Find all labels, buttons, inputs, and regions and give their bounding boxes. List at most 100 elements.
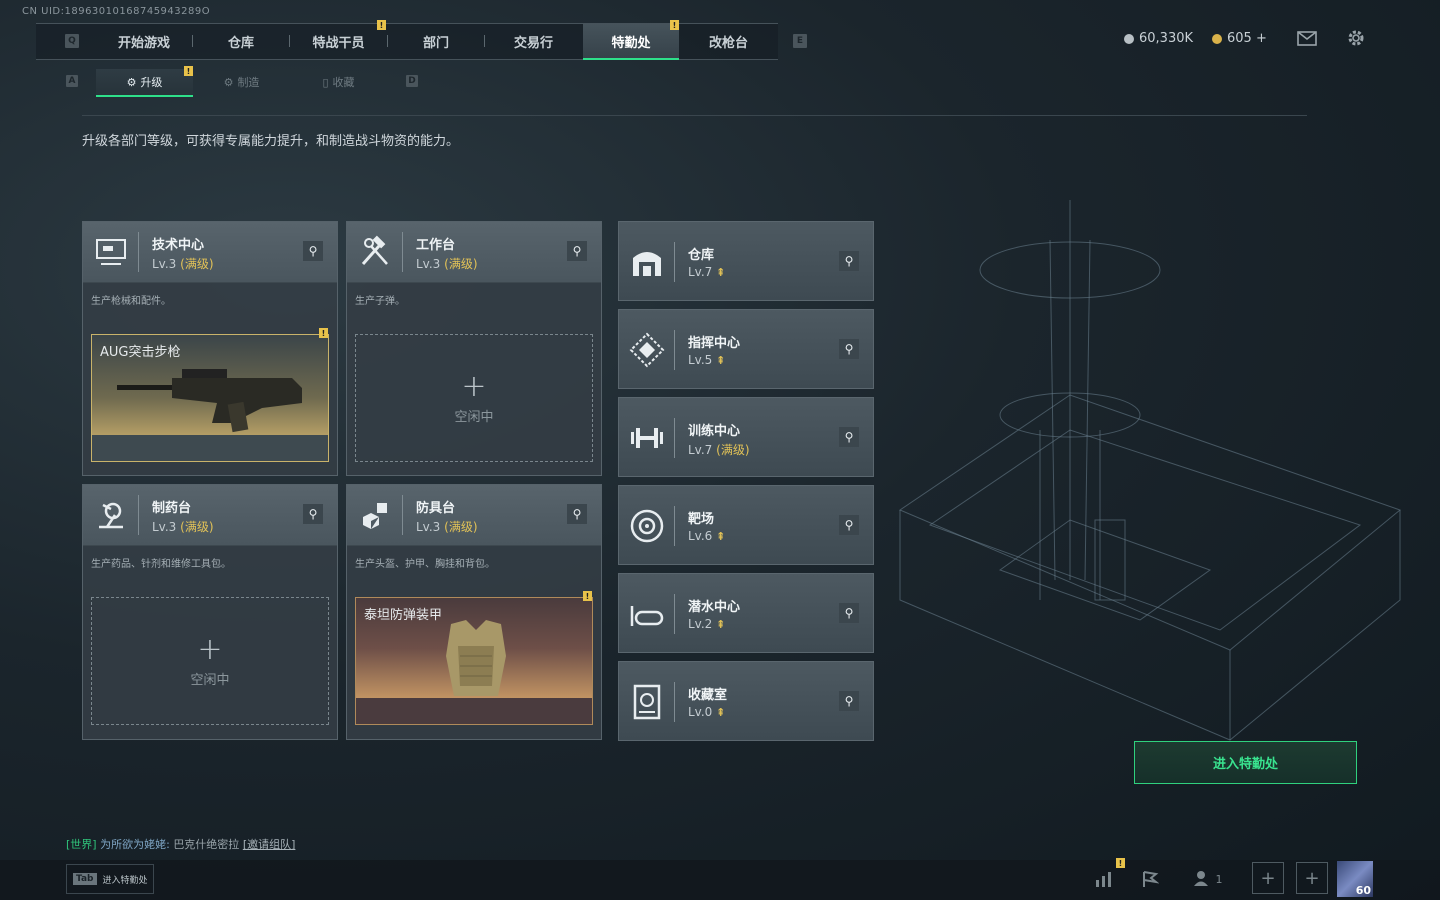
magnifier-icon: ⚲: [844, 606, 854, 620]
chat-message[interactable]: [世界] 为所欲为姥姥: 巴克什绝密拉 [邀请组队]: [66, 836, 295, 852]
gold-coin-icon: [1212, 33, 1222, 44]
inspect-button[interactable]: ⚲: [839, 603, 859, 623]
inspect-button[interactable]: ⚲: [839, 691, 859, 711]
magnifier-icon: ⚲: [308, 244, 318, 258]
tab-start-game[interactable]: 开始游戏: [96, 24, 192, 58]
subtab-upgrade[interactable]: ⚙ 升级: [96, 69, 193, 97]
dept-command-center[interactable]: 指挥中心 Lv.5 ⇞ ⚲: [618, 309, 874, 389]
slot-footer: [356, 698, 592, 724]
craft-slot-titan-armor[interactable]: 泰坦防弹装甲: [355, 597, 593, 725]
card-divider: [138, 495, 139, 535]
item-name: AUG突击步枪: [100, 345, 181, 360]
upgrade-icon: ⚙: [126, 75, 137, 89]
alert-badge: !: [377, 20, 386, 30]
inspect-button[interactable]: ⚲: [567, 241, 587, 261]
dept-title: 靶场: [688, 512, 715, 527]
subtab-collection[interactable]: ▯ 收藏: [290, 69, 387, 95]
silver-currency[interactable]: 60,330K: [1124, 31, 1193, 46]
tab-trading[interactable]: 交易行: [485, 24, 582, 58]
mail-icon[interactable]: [1297, 31, 1317, 50]
alert-badge: !: [319, 328, 328, 338]
inspect-button[interactable]: ⚲: [567, 504, 587, 524]
tab-operators[interactable]: 特战干员: [290, 24, 387, 58]
card-divider: [674, 418, 675, 458]
dept-title: 训练中心: [688, 424, 741, 439]
rifle-image: [117, 369, 302, 433]
gold-currency[interactable]: 605 +: [1212, 31, 1267, 46]
vest-image: [446, 620, 506, 696]
upgrade-arrow-icon: ⇞: [716, 706, 726, 719]
enter-special-ops-button[interactable]: 进入特勤处: [1134, 741, 1357, 784]
card-level: Lv.3 (满级): [152, 520, 214, 534]
inspect-button[interactable]: ⚲: [839, 251, 859, 271]
alert-badge: !: [1116, 858, 1125, 868]
tab-department[interactable]: 部门: [388, 24, 484, 58]
item-name: 泰坦防弹装甲: [364, 608, 443, 623]
card-level: Lv.3 (满级): [416, 520, 478, 534]
subnav-key-right: D: [406, 75, 418, 87]
dept-level: Lv.2 ⇞: [688, 617, 726, 631]
invite-link[interactable]: [邀请组队]: [243, 838, 296, 851]
card-workbench[interactable]: 工作台 Lv.3 (满级) ⚲ 生产子弹。 + 空闲中: [346, 221, 602, 476]
command-center-icon: [629, 332, 665, 368]
slot-footer: [92, 435, 328, 461]
invite-slot-button[interactable]: +: [1296, 862, 1328, 894]
friends-button[interactable]: 1: [1190, 864, 1226, 894]
player-avatar[interactable]: 60: [1337, 861, 1373, 897]
tab-key: Tab: [73, 873, 97, 885]
warehouse-icon: [633, 252, 661, 276]
alert-badge: !: [583, 591, 592, 601]
nav-key-left: Q: [65, 34, 79, 48]
craft-slot-empty[interactable]: + 空闲中: [91, 597, 329, 725]
inspect-button[interactable]: ⚲: [839, 339, 859, 359]
dept-level: Lv.7 (满级): [688, 443, 750, 457]
magnifier-icon: ⚲: [572, 244, 582, 258]
tab-gunsmith[interactable]: 改枪台: [680, 24, 777, 58]
invite-slot-button[interactable]: +: [1252, 862, 1284, 894]
alert-badge: !: [670, 20, 679, 30]
flag-icon[interactable]: [1134, 864, 1166, 894]
card-level: Lv.3 (满级): [416, 257, 478, 271]
card-title: 防具台: [416, 501, 456, 516]
upgrade-arrow-icon: ⇞: [716, 266, 726, 279]
magnifier-icon: ⚲: [844, 342, 854, 356]
dept-collection-room[interactable]: 收藏室 Lv.0 ⇞ ⚲: [618, 661, 874, 741]
diving-mask-icon: [630, 606, 664, 626]
craft-slot-aug[interactable]: AUG突击步枪: [91, 334, 329, 462]
add-icon: +: [461, 368, 487, 404]
silver-coin-icon: [1124, 33, 1134, 44]
craft-icon: ⚙: [223, 75, 234, 89]
craft-slot-empty[interactable]: + 空闲中: [355, 334, 593, 462]
dept-training-center[interactable]: 训练中心 Lv.7 (满级) ⚲: [618, 397, 874, 477]
card-armor-bench[interactable]: 防具台 Lv.3 (满级) ⚲ 生产头盔、护甲、胸挂和背包。 泰坦防弹装甲 !: [346, 484, 602, 740]
magnifier-icon: ⚲: [844, 518, 854, 532]
inspect-button[interactable]: ⚲: [303, 241, 323, 261]
magnifier-icon: ⚲: [844, 694, 854, 708]
dept-level: Lv.7 ⇞: [688, 265, 726, 279]
inspect-button[interactable]: ⚲: [839, 515, 859, 535]
card-level: Lv.3 (满级): [152, 257, 214, 271]
stats-chart-icon[interactable]: [1088, 864, 1120, 894]
card-subtitle: 生产枪械和配件。: [91, 296, 171, 307]
idle-label: 空闲中: [454, 409, 494, 425]
dept-title: 指挥中心: [688, 336, 741, 351]
tab-special-ops[interactable]: 特勤处: [583, 24, 679, 60]
card-divider: [402, 495, 403, 535]
dept-diving-center[interactable]: 潜水中心 Lv.2 ⇞ ⚲: [618, 573, 874, 653]
inspect-button[interactable]: ⚲: [839, 427, 859, 447]
dept-shooting-range[interactable]: 靶场 Lv.6 ⇞ ⚲: [618, 485, 874, 565]
dept-title: 收藏室: [688, 688, 728, 703]
alert-badge: !: [184, 66, 193, 76]
magnifier-icon: ⚲: [572, 507, 582, 521]
settings-gear-icon[interactable]: [1346, 28, 1366, 52]
divider-line: [82, 115, 1307, 116]
dept-warehouse[interactable]: 仓库 Lv.7 ⇞ ⚲: [618, 221, 874, 301]
card-tech-center[interactable]: 技术中心 Lv.3 (满级) ⚲ 生产枪械和配件。 AUG突击步枪 !: [82, 221, 338, 476]
tab-hint-button[interactable]: Tab 进入特勤处: [66, 864, 154, 894]
magnifier-icon: ⚲: [308, 507, 318, 521]
dept-level: Lv.5 ⇞: [688, 353, 726, 367]
card-pharmacy[interactable]: 制药台 Lv.3 (满级) ⚲ 生产药品、针剂和维修工具包。 + 空闲中: [82, 484, 338, 740]
subtab-craft[interactable]: ⚙ 制造: [193, 69, 290, 95]
inspect-button[interactable]: ⚲: [303, 504, 323, 524]
tab-warehouse[interactable]: 仓库: [193, 24, 289, 58]
